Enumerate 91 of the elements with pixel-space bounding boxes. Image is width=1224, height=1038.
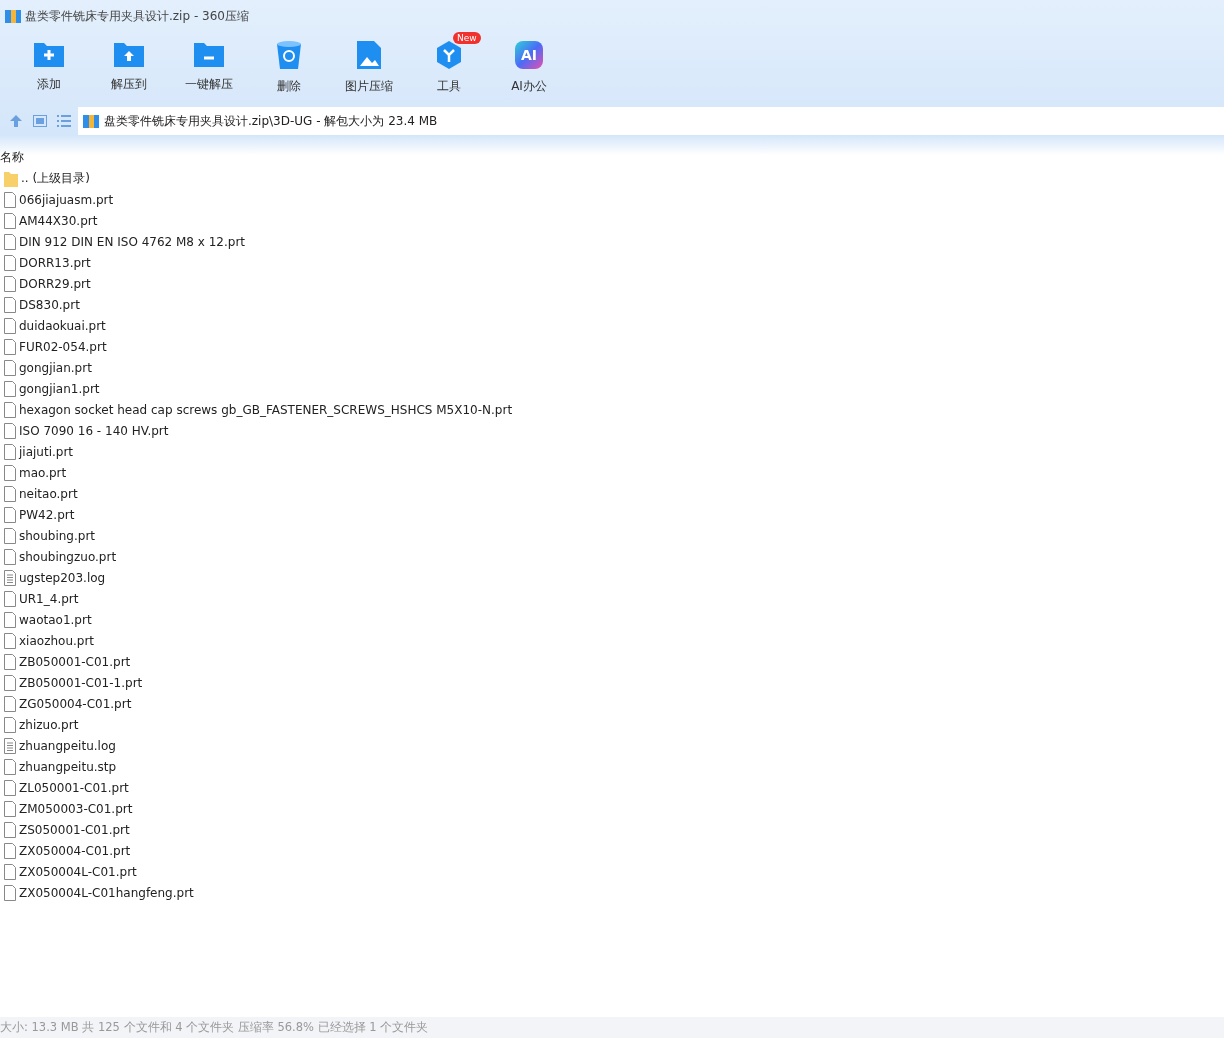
file-name[interactable]: ZL050001-C01.prt: [19, 780, 129, 795]
file-name[interactable]: PW42.prt: [19, 507, 75, 522]
file-name[interactable]: shoubing.prt: [19, 528, 96, 543]
new-badge: New: [453, 32, 481, 44]
image-file-icon: [356, 40, 382, 70]
file-icon: [4, 548, 16, 565]
file-icon: [4, 716, 16, 733]
file-icon: [4, 779, 16, 796]
file-icon: [4, 338, 16, 355]
file-name[interactable]: AM44X30.prt: [19, 213, 98, 228]
file-icon: [4, 275, 16, 292]
file-name[interactable]: ZX050004L-C01hangfeng.prt: [19, 885, 194, 900]
archive-icon: [83, 113, 99, 129]
file-name[interactable]: gongjian1.prt: [19, 381, 100, 396]
archive-icon: [5, 8, 21, 24]
file-icon: [4, 695, 16, 712]
folder-minus-icon: [193, 40, 225, 68]
toolbar-button[interactable]: New 工具: [409, 32, 489, 106]
file-icon: [4, 359, 16, 376]
file-name[interactable]: DIN 912 DIN EN ISO 4762 M8 x 12.prt: [19, 234, 246, 249]
file-icon: [4, 653, 16, 670]
file-name[interactable]: 066jiajuasm.prt: [19, 192, 114, 207]
file-name[interactable]: UR1_4.prt: [19, 591, 79, 606]
file-icon: [4, 842, 16, 859]
file-icon: [4, 485, 16, 502]
file-name[interactable]: DS830.prt: [19, 297, 80, 312]
file-icon: [4, 422, 16, 439]
toolbar-button[interactable]: 添加: [9, 32, 89, 106]
file-icon: [4, 527, 16, 544]
file-icon: [4, 506, 16, 523]
file-icon: [4, 296, 16, 313]
file-icon: [4, 212, 16, 229]
file-icon: [4, 191, 16, 208]
status-bar: 大小: 13.3 MB 共 125 个文件和 4 个文件夹 压缩率 56.8% 已经选择 1 个文件夹: [0, 1017, 1224, 1038]
file-icon: [4, 464, 16, 481]
file-name[interactable]: ZB050001-C01-1.prt: [19, 675, 143, 690]
file-name[interactable]: shoubingzuo.prt: [19, 549, 117, 564]
file-icon: [4, 632, 16, 649]
file-name[interactable]: mao.prt: [19, 465, 67, 480]
file-icon: [4, 821, 16, 838]
file-icon: [4, 758, 16, 775]
file-icon: [4, 674, 16, 691]
file-name[interactable]: hexagon socket head cap screws gb_GB_FASTENER_SCREWS_HSHCS M5X10-N.prt: [19, 402, 513, 417]
toolbar-button[interactable]: 解压到: [89, 32, 169, 106]
file-icon: [4, 611, 16, 628]
file-name[interactable]: zhuangpeitu.log: [19, 738, 116, 753]
file-name[interactable]: gongjian.prt: [19, 360, 92, 375]
file-name[interactable]: zhuangpeitu.stp: [19, 759, 117, 774]
toolbar-button[interactable]: 一键解压: [169, 32, 249, 106]
file-name[interactable]: ZM050003-C01.prt: [19, 801, 133, 816]
file-name[interactable]: xiaozhou.prt: [19, 633, 95, 648]
file-name[interactable]: ZX050004-C01.prt: [19, 843, 131, 858]
text-file-icon: [4, 737, 16, 754]
file-name[interactable]: duidaokuai.prt: [19, 318, 106, 333]
file-name[interactable]: ZG050004-C01.prt: [19, 696, 132, 711]
file-name[interactable]: jiajuti.prt: [19, 444, 74, 459]
recycle-bin-icon: [275, 40, 303, 70]
hexagon-icon: [434, 40, 464, 70]
file-name[interactable]: FUR02-054.prt: [19, 339, 107, 354]
folder-plus-icon: [33, 40, 65, 68]
file-icon: [4, 233, 16, 250]
file-icon: [4, 254, 16, 271]
file-name[interactable]: ugstep203.log: [19, 570, 106, 585]
file-icon: [4, 590, 16, 607]
file-icon: [4, 317, 16, 334]
file-icon: [4, 443, 16, 460]
ai-icon: AI: [515, 41, 543, 69]
address-path: 盘类零件铣床专用夹具设计.zip\3D-UG - 解包大小为 23.4 MB: [104, 112, 438, 130]
file-name[interactable]: waotao1.prt: [19, 612, 92, 627]
file-icon: [4, 380, 16, 397]
file-name[interactable]: .. (上级目录): [21, 170, 90, 187]
address-bar[interactable]: 盘类零件铣床专用夹具设计.zip\3D-UG - 解包大小为 23.4 MB: [78, 107, 1224, 135]
file-icon: [4, 401, 16, 418]
toolbar-button[interactable]: 图片压缩: [329, 32, 409, 106]
file-name[interactable]: zhizuo.prt: [19, 717, 79, 732]
file-icon: [4, 863, 16, 880]
file-icon: [4, 884, 16, 901]
text-file-icon: [4, 569, 16, 586]
file-name[interactable]: ISO 7090 16 - 140 HV.prt: [19, 423, 169, 438]
toolbar-button[interactable]: 删除: [249, 32, 329, 106]
file-name[interactable]: DORR13.prt: [19, 255, 91, 270]
folder-upload-icon: [113, 40, 145, 68]
file-icon: [4, 800, 16, 817]
toolbar-button[interactable]: AI AI办公: [489, 32, 569, 106]
folder-icon: [4, 170, 18, 187]
file-name[interactable]: DORR29.prt: [19, 276, 91, 291]
file-name[interactable]: neitao.prt: [19, 486, 78, 501]
file-name[interactable]: ZB050001-C01.prt: [19, 654, 131, 669]
file-name[interactable]: ZX050004L-C01.prt: [19, 864, 137, 879]
window-title: 盘类零件铣床专用夹具设计.zip - 360压缩: [25, 7, 249, 25]
file-name[interactable]: ZS050001-C01.prt: [19, 822, 130, 837]
